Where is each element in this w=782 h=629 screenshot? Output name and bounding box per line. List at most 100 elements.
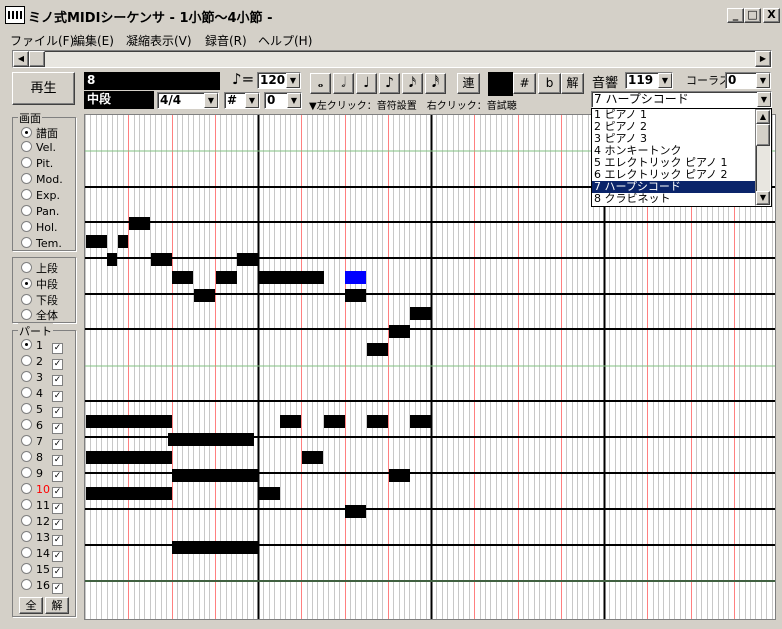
app-icon[interactable] <box>5 6 25 24</box>
quarter-note-button[interactable]: ♩ <box>356 73 377 94</box>
part-radio[interactable] <box>21 467 32 478</box>
part-radio[interactable] <box>21 403 32 414</box>
scroll-down-icon[interactable]: ▼ <box>756 191 770 205</box>
part-checkbox[interactable]: ✓ <box>52 535 63 546</box>
tie-button[interactable]: 連 <box>457 73 480 94</box>
note-block[interactable] <box>86 235 107 248</box>
key-value-select[interactable]: 0 ▼ <box>264 92 302 109</box>
part-radio[interactable] <box>21 579 32 590</box>
part-checkbox[interactable]: ✓ <box>52 519 63 530</box>
note-block[interactable] <box>367 415 388 428</box>
scroll-left-icon[interactable]: ◀ <box>13 51 29 67</box>
scroll-thumb[interactable] <box>29 51 45 67</box>
radio-range-middle[interactable]: 中段 <box>21 276 58 291</box>
instrument-dropdown-list[interactable]: 1 ピアノ 12 ピアノ 23 ピアノ 34 ホンキートンク 5 エレクトリック … <box>591 108 772 207</box>
part-radio[interactable] <box>21 499 32 510</box>
sixteenth-note-button[interactable]: 𝅘𝅥𝅯 <box>402 73 423 94</box>
note-block[interactable] <box>410 415 431 428</box>
note-block[interactable] <box>410 307 431 320</box>
part-row-2[interactable]: 2 ✓ <box>21 355 63 370</box>
selected-note[interactable] <box>345 271 366 284</box>
note-block[interactable] <box>389 325 410 338</box>
radio-screen-hol[interactable]: Hol. <box>21 221 58 236</box>
half-note-button[interactable]: 𝅗𝅥 <box>333 73 354 94</box>
note-block[interactable] <box>151 253 172 266</box>
part-radio[interactable] <box>21 563 32 574</box>
part-checkbox[interactable]: ✓ <box>52 471 63 482</box>
radio-screen-tem[interactable]: Tem. <box>21 237 62 252</box>
menu-help[interactable]: ヘルプ(H) <box>258 32 312 49</box>
menu-view[interactable]: 凝縮表示(V) <box>126 32 192 49</box>
part-row-13[interactable]: 13 ✓ <box>21 531 63 546</box>
part-radio[interactable] <box>21 451 32 462</box>
part-checkbox[interactable]: ✓ <box>52 439 63 450</box>
maximize-button[interactable]: □ <box>744 8 761 23</box>
note-block[interactable] <box>237 253 258 266</box>
note-block[interactable] <box>172 541 258 554</box>
part-checkbox[interactable]: ✓ <box>52 583 63 594</box>
radio-range-upper[interactable]: 上段 <box>21 260 58 275</box>
part-radio[interactable] <box>21 435 32 446</box>
chorus-select[interactable]: 0 ▼ <box>725 72 771 89</box>
note-block[interactable] <box>194 289 215 302</box>
part-radio[interactable] <box>21 419 32 430</box>
sharp-button[interactable]: # <box>513 73 536 94</box>
measure-field[interactable]: 8 <box>84 72 220 90</box>
part-row-5[interactable]: 5 ✓ <box>21 403 63 418</box>
note-block[interactable] <box>172 469 258 482</box>
note-block[interactable] <box>259 271 324 284</box>
part-checkbox[interactable]: ✓ <box>52 487 63 498</box>
part-row-11[interactable]: 11 ✓ <box>21 499 63 514</box>
radio-screen-vel[interactable]: Vel. <box>21 141 56 156</box>
instrument-option[interactable]: 8 クラビネット <box>592 193 755 205</box>
time-signature-select[interactable]: 4/4 ▼ <box>157 92 219 109</box>
close-button[interactable]: X <box>763 8 780 23</box>
menu-file[interactable]: ファイル(F) <box>10 32 74 49</box>
note-block[interactable] <box>216 271 237 284</box>
part-radio[interactable] <box>21 483 32 494</box>
natural-button[interactable]: 解 <box>561 73 584 94</box>
radio-screen-exp[interactable]: Exp. <box>21 189 60 204</box>
select-all-parts-button[interactable]: 全 <box>19 597 43 614</box>
color-swatch[interactable] <box>488 72 513 96</box>
part-radio[interactable] <box>21 355 32 366</box>
note-block[interactable] <box>367 343 388 356</box>
scroll-right-icon[interactable]: ▶ <box>755 51 771 67</box>
scroll-up-icon[interactable]: ▲ <box>756 110 770 124</box>
note-block[interactable] <box>86 487 172 500</box>
part-radio[interactable] <box>21 387 32 398</box>
flat-button[interactable]: b <box>538 73 561 94</box>
radio-range-all[interactable]: 全体 <box>21 307 58 322</box>
list-scroll-thumb[interactable] <box>756 124 770 146</box>
note-block[interactable] <box>168 433 254 446</box>
clear-parts-button[interactable]: 解 <box>45 597 69 614</box>
part-row-4[interactable]: 4 ✓ <box>21 387 63 402</box>
note-block[interactable] <box>324 415 345 428</box>
part-radio[interactable] <box>21 339 32 350</box>
radio-screen-score[interactable]: 譜面 <box>21 125 58 140</box>
list-scrollbar[interactable]: ▲ ▼ <box>755 109 771 206</box>
instrument-select[interactable]: 7 ハープシコード ▼ <box>591 91 772 108</box>
part-radio[interactable] <box>21 547 32 558</box>
part-row-7[interactable]: 7 ✓ <box>21 435 63 450</box>
radio-screen-pan[interactable]: Pan. <box>21 205 59 220</box>
part-row-1[interactable]: 1 ✓ <box>21 339 63 354</box>
part-row-9[interactable]: 9 ✓ <box>21 467 63 482</box>
note-block[interactable] <box>280 415 301 428</box>
part-row-10[interactable]: 10 ✓ <box>21 483 63 498</box>
part-row-14[interactable]: 14 ✓ <box>21 547 63 562</box>
part-row-6[interactable]: 6 ✓ <box>21 419 63 434</box>
part-checkbox[interactable]: ✓ <box>52 567 63 578</box>
note-block[interactable] <box>345 505 366 518</box>
part-radio[interactable] <box>21 515 32 526</box>
eighth-note-button[interactable]: ♪ <box>379 73 400 94</box>
sound-select[interactable]: 119 ▼ <box>625 72 673 89</box>
radio-range-lower[interactable]: 下段 <box>21 292 58 307</box>
part-row-3[interactable]: 3 ✓ <box>21 371 63 386</box>
whole-note-button[interactable]: 𝅝 <box>310 73 331 94</box>
part-row-15[interactable]: 15 ✓ <box>21 563 63 578</box>
radio-screen-mod[interactable]: Mod. <box>21 173 63 188</box>
note-block[interactable] <box>86 415 172 428</box>
thirtysecond-note-button[interactable]: 𝅘𝅥𝅰 <box>425 73 446 94</box>
radio-screen-pit[interactable]: Pit. <box>21 157 53 172</box>
